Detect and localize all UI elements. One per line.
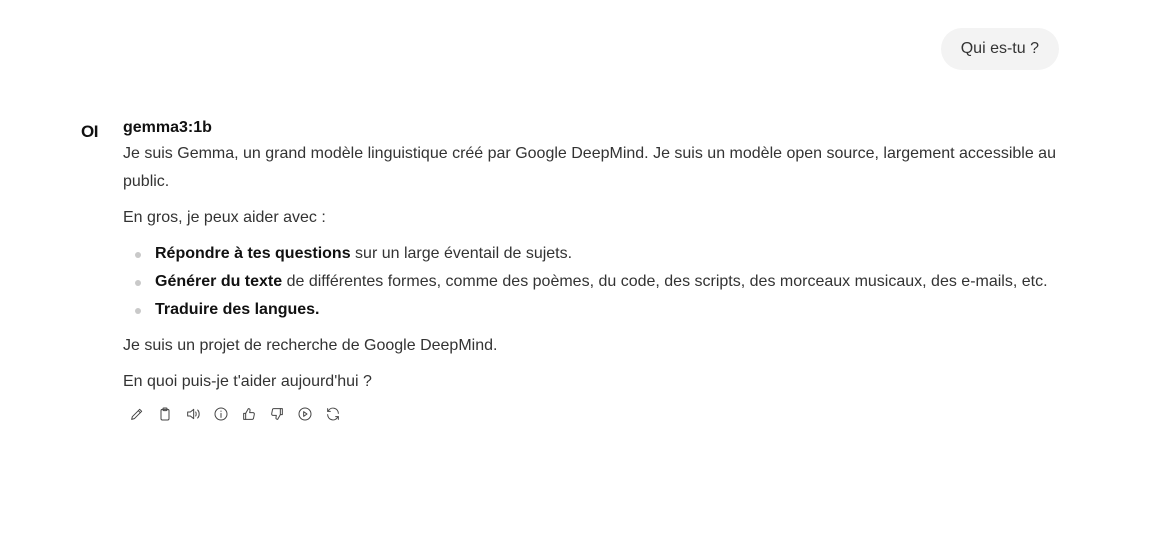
message-paragraph: En quoi puis-je t'aider aujourd'hui ? bbox=[123, 373, 372, 390]
list-item: Répondre à tes questions sur un large év… bbox=[135, 240, 1061, 268]
thumbs-up-icon bbox=[243, 408, 255, 420]
info-button[interactable] bbox=[211, 404, 231, 424]
list-item-bold: Répondre à tes questions bbox=[155, 245, 351, 262]
list-item: Générer du texte de différentes formes, … bbox=[135, 268, 1061, 296]
play-circle-icon bbox=[298, 407, 312, 421]
thumbs-down-icon bbox=[271, 408, 283, 420]
edit-button[interactable] bbox=[127, 404, 147, 424]
bullet-list: Répondre à tes questions sur un large év… bbox=[123, 240, 1061, 324]
read-aloud-button[interactable] bbox=[183, 404, 203, 424]
refresh-icon bbox=[327, 407, 339, 421]
model-name: gemma3:1b bbox=[123, 119, 212, 136]
thumbs-down-button[interactable] bbox=[267, 404, 287, 424]
list-item-text: sur un large éventail de sujets. bbox=[350, 245, 573, 262]
list-item-bold: Générer du texte bbox=[155, 273, 283, 290]
message-actions bbox=[127, 404, 1061, 424]
clipboard-icon bbox=[160, 407, 170, 421]
continue-button[interactable] bbox=[295, 404, 315, 424]
user-message-bubble: Qui es-tu ? bbox=[940, 28, 1059, 70]
message-paragraph: Je suis un projet de recherche de Google… bbox=[123, 337, 498, 354]
regenerate-button[interactable] bbox=[323, 404, 343, 424]
speaker-icon bbox=[187, 408, 200, 420]
copy-button[interactable] bbox=[155, 404, 175, 424]
message-paragraph: Je suis Gemma, un grand modèle linguisti… bbox=[123, 145, 1056, 190]
list-item-text: de différentes formes, comme des poèmes,… bbox=[282, 273, 1048, 290]
list-item-bold: Traduire des langues. bbox=[155, 301, 320, 318]
message-paragraph: En gros, je peux aider avec : bbox=[123, 209, 326, 226]
info-icon bbox=[214, 407, 228, 421]
assistant-message-body: Je suis Gemma, un grand modèle linguisti… bbox=[123, 140, 1061, 396]
user-message-row: Qui es-tu ? bbox=[940, 28, 1059, 70]
thumbs-up-button[interactable] bbox=[239, 404, 259, 424]
pencil-icon bbox=[131, 408, 143, 420]
model-avatar: OI bbox=[81, 122, 98, 141]
assistant-message: OI gemma3:1b Je suis Gemma, un grand mod… bbox=[81, 118, 1061, 424]
assistant-content: gemma3:1b Je suis Gemma, un grand modèle… bbox=[123, 118, 1061, 424]
list-item: Traduire des langues. bbox=[135, 296, 1061, 324]
